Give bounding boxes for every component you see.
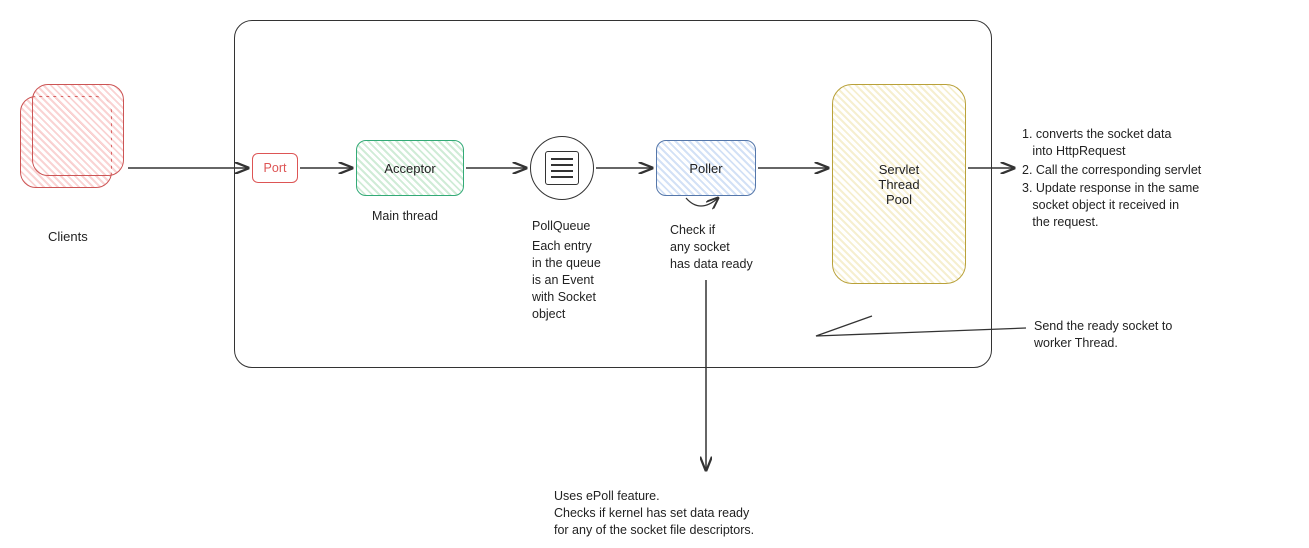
output-step-2: 2. Call the corresponding servlet [1022,162,1201,179]
send-ready-note: Send the ready socket to worker Thread. [1034,318,1172,352]
diagram-canvas: Clients Port Acceptor Main thread PollQu… [0,0,1309,548]
pollqueue-circle [530,136,594,200]
pollqueue-label: PollQueue [532,218,590,235]
servlet-pool-box: Servlet Thread Pool [832,84,966,284]
clients-label: Clients [48,228,88,246]
output-step-3: 3. Update response in the same socket ob… [1022,180,1199,231]
document-icon [545,151,579,185]
port-box: Port [252,153,298,183]
servlet-pool-label: Servlet Thread Pool [878,162,919,207]
output-step-1: 1. converts the socket data into HttpReq… [1022,126,1171,160]
poller-label: Poller [689,161,722,176]
epoll-note: Uses ePoll feature. Checks if kernel has… [554,488,754,539]
pollqueue-description: Each entry in the queue is an Event with… [532,238,601,322]
port-label: Port [264,161,287,175]
poller-box: Poller [656,140,756,196]
poller-sublabel: Check if any socket has data ready [670,222,753,273]
acceptor-label: Acceptor [384,161,435,176]
acceptor-sublabel: Main thread [372,208,438,225]
acceptor-box: Acceptor [356,140,464,196]
clients-shape-front [32,84,124,176]
